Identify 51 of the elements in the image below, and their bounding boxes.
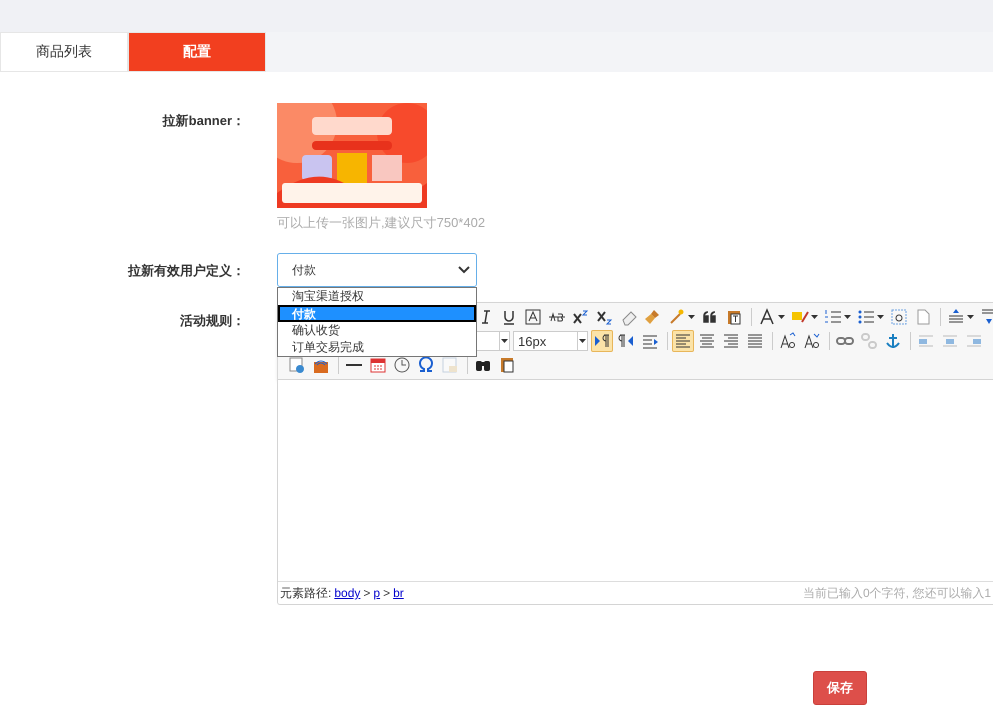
path-separator: > <box>363 586 370 600</box>
field-label: 活动规则： <box>179 312 245 330</box>
paste-text-icon <box>725 308 743 326</box>
rtl-icon <box>617 332 635 350</box>
user-definition-select[interactable]: 付款 <box>277 253 477 287</box>
lower-icon <box>803 332 821 350</box>
brush-icon <box>644 308 662 326</box>
wand-icon <box>668 308 686 326</box>
save-button[interactable]: 保存 <box>813 671 867 705</box>
align-center-icon <box>698 332 716 350</box>
font-color-icon <box>758 308 776 326</box>
caret-icon <box>877 315 884 319</box>
time-icon <box>393 356 411 374</box>
caret-icon <box>967 315 974 319</box>
justify-icon <box>746 332 764 350</box>
path-link[interactable]: body <box>334 586 360 600</box>
tab[interactable]: 商品列表 <box>0 32 128 72</box>
align-right-icon <box>722 332 740 350</box>
word-image-icon <box>441 356 459 374</box>
field-label: 拉新banner： <box>161 112 245 130</box>
frame-icon <box>890 308 908 326</box>
tab[interactable]: 配置 <box>128 32 266 72</box>
anchor-icon <box>884 332 902 350</box>
caret-icon <box>501 339 508 343</box>
upper-icon <box>779 332 797 350</box>
path-link[interactable]: p <box>373 586 380 600</box>
unlink-icon <box>860 332 878 350</box>
superscript-icon <box>572 308 590 326</box>
para-spacing-icon <box>980 308 993 326</box>
path-label: 元素路径: <box>280 584 332 602</box>
path-link[interactable]: br <box>393 586 404 600</box>
font-size-select[interactable]: 16px <box>513 331 588 351</box>
caret-icon <box>844 315 851 319</box>
field-label: 拉新有效用户定义： <box>126 262 245 280</box>
ltr-button[interactable] <box>591 330 613 352</box>
align-left-button[interactable] <box>672 330 694 352</box>
align-left-icon <box>674 332 692 350</box>
path-separator: > <box>383 586 390 600</box>
template-icon <box>498 356 516 374</box>
chevron-down-icon <box>458 266 470 274</box>
ltr-icon <box>593 332 611 350</box>
border-letter-icon <box>524 308 542 326</box>
caret-icon <box>778 315 785 319</box>
font-family-select[interactable] <box>476 331 510 351</box>
bullet-list-icon <box>857 308 875 326</box>
caret-icon <box>688 315 695 319</box>
character-count: 当前已输入0个字符, 您还可以输入1 <box>802 584 991 602</box>
upload-hint: 可以上传一张图片,建议尺寸750*402 <box>277 214 486 232</box>
omega-icon <box>417 356 435 374</box>
caret-icon <box>811 315 818 319</box>
caret-icon <box>579 339 586 343</box>
